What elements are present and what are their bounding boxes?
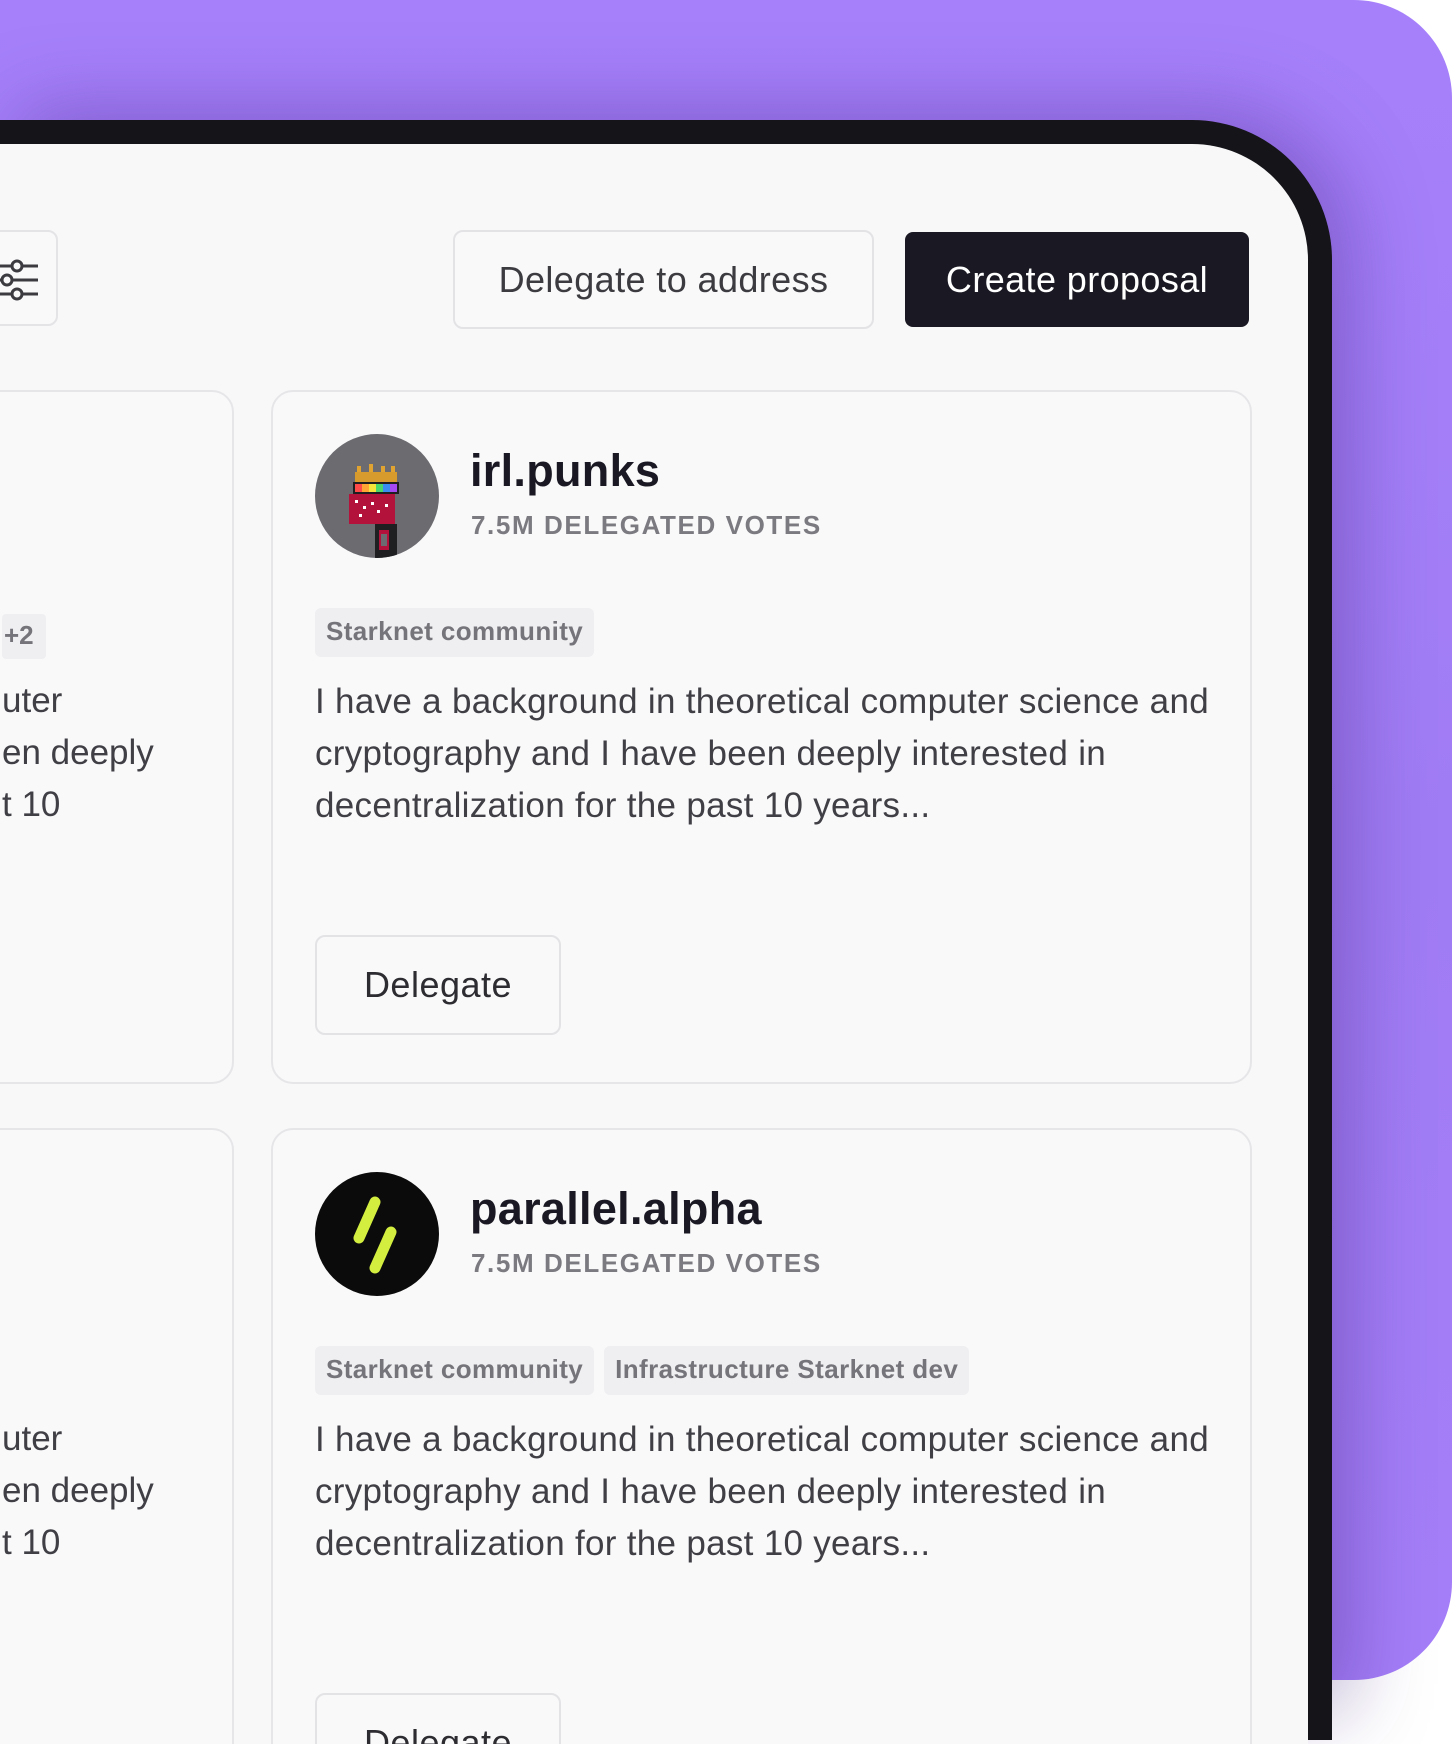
bio-fragment: uter: [2, 1419, 63, 1458]
bio-fragment: t 10: [2, 785, 61, 824]
delegate-bio: I have a background in theoretical compu…: [315, 682, 1209, 825]
delegated-votes: 7.5M DELEGATED VOTES: [471, 510, 822, 540]
delegate-card-partial: uter en deeply t 10: [0, 1128, 234, 1744]
tag: Infrastructure Starknet dev: [604, 1346, 970, 1395]
delegate-button[interactable]: Delegate: [315, 1693, 561, 1744]
bio-fragment: en deeply: [2, 733, 154, 772]
pixel-punk-avatar: [315, 434, 439, 558]
bio-fragment: t 10: [2, 1523, 61, 1562]
filter-button[interactable]: [0, 230, 58, 326]
delegate-card: irl.punks 7.5M DELEGATED VOTES Starknet …: [271, 390, 1252, 1084]
tag-list: Starknet community: [315, 608, 595, 657]
delegate-to-address-button[interactable]: Delegate to address: [453, 230, 874, 329]
tag: Starknet community: [315, 1346, 595, 1395]
delegate-card-partial: +2 uter en deeply t 10: [0, 390, 234, 1084]
delegate-card: parallel.alpha 7.5M DELEGATED VOTES Star…: [271, 1128, 1252, 1744]
delegated-votes: 7.5M DELEGATED VOTES: [471, 1248, 822, 1278]
more-tags-badge: +2: [2, 614, 46, 659]
sliders-icon: [0, 259, 38, 301]
tag-list: Starknet community Infrastructure Starkn…: [315, 1346, 970, 1395]
bio-fragment: uter: [2, 681, 63, 720]
delegate-button[interactable]: Delegate: [315, 935, 561, 1035]
app-screen: Delegate to address Create proposal +2 u…: [0, 144, 1308, 1744]
parallel-logo-avatar: [315, 1172, 439, 1296]
create-proposal-button[interactable]: Create proposal: [905, 232, 1249, 327]
tag: Starknet community: [315, 608, 595, 657]
bio-fragment: en deeply: [2, 1471, 154, 1510]
delegate-name: irl.punks: [470, 445, 661, 496]
delegate-name: parallel.alpha: [470, 1183, 762, 1234]
delegate-bio: I have a background in theoretical compu…: [315, 1420, 1209, 1563]
